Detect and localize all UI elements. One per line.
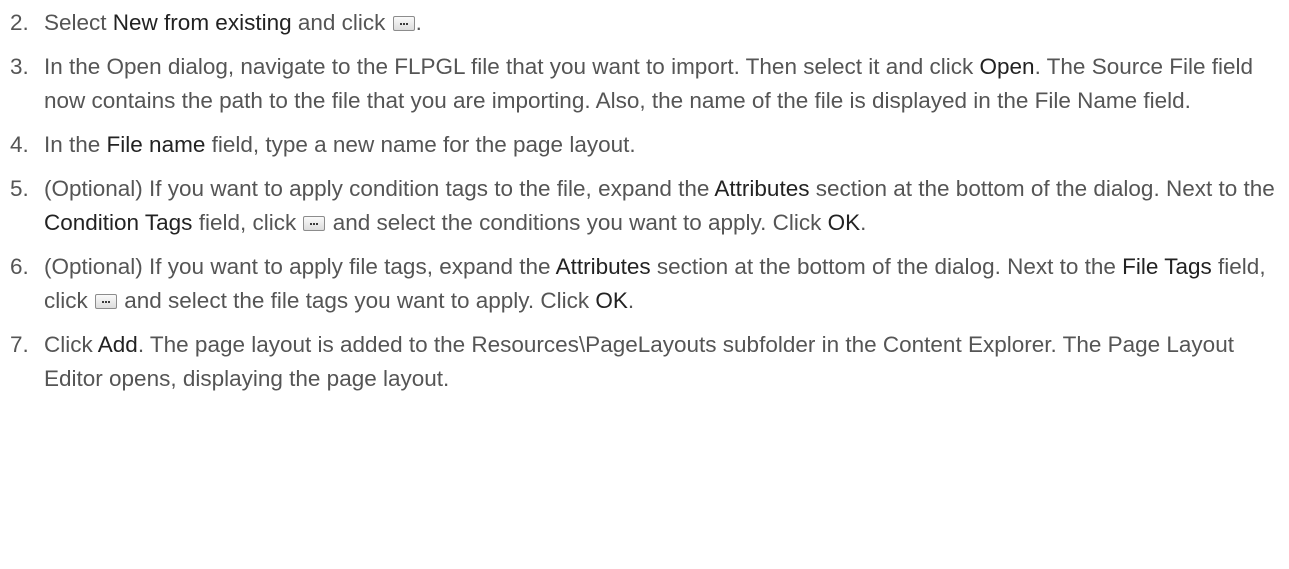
step-number: 3. [10, 54, 29, 79]
ui-term-ok: OK [827, 210, 861, 235]
step-text: . [415, 10, 422, 35]
procedure-steps: 2. Select New from existing and click . … [0, 0, 1289, 396]
ui-term-attributes: Attributes [714, 176, 810, 201]
step-7: 7. Click Add. The page layout is added t… [0, 328, 1289, 396]
step-text: and select the conditions you want to ap… [326, 210, 828, 235]
step-text: (Optional) If you want to apply file tag… [44, 254, 556, 279]
ui-term-add: Add [97, 332, 138, 357]
step-text: and click [291, 10, 392, 35]
step-number: 6. [10, 254, 29, 279]
step-text: section at the bottom of the dialog. Nex… [809, 176, 1275, 201]
ui-term-open: Open [979, 54, 1035, 79]
ui-term-new-from-existing: New from existing [112, 10, 292, 35]
step-text: . The page layout is added to the Resour… [44, 332, 1234, 391]
step-number: 5. [10, 176, 29, 201]
step-2: 2. Select New from existing and click . [0, 6, 1289, 40]
step-number: 7. [10, 332, 29, 357]
step-text: and select the file tags you want to app… [118, 288, 596, 313]
step-text: section at the bottom of the dialog. Nex… [650, 254, 1123, 279]
step-text: field, click [192, 210, 303, 235]
ui-term-condition-tags: Condition Tags [44, 210, 193, 235]
step-5: 5. (Optional) If you want to apply condi… [0, 172, 1289, 240]
ui-term-file-tags: File Tags [1122, 254, 1212, 279]
ui-term-attributes: Attributes [555, 254, 651, 279]
step-text: In the [44, 132, 107, 157]
step-text: Select [44, 10, 113, 35]
step-text: . [627, 288, 635, 313]
ellipsis-button-icon [303, 216, 326, 231]
ellipsis-button-icon [95, 294, 117, 309]
step-4: 4. In the File name field, type a new na… [0, 128, 1289, 162]
step-number: 2. [10, 10, 29, 35]
step-3: 3. In the Open dialog, navigate to the F… [0, 50, 1289, 118]
step-text: field, type a new name for the page layo… [205, 132, 636, 157]
ellipsis-button-icon [392, 16, 415, 31]
step-text: In the Open dialog, navigate to the FLPG… [44, 54, 980, 79]
step-text: Click [44, 332, 98, 357]
ui-term-file-name: File name [106, 132, 206, 157]
step-text: . [860, 210, 867, 235]
step-number: 4. [10, 132, 29, 157]
ui-term-ok: OK [595, 288, 628, 313]
step-text: (Optional) If you want to apply conditio… [44, 176, 715, 201]
step-6: 6. (Optional) If you want to apply file … [0, 250, 1289, 318]
